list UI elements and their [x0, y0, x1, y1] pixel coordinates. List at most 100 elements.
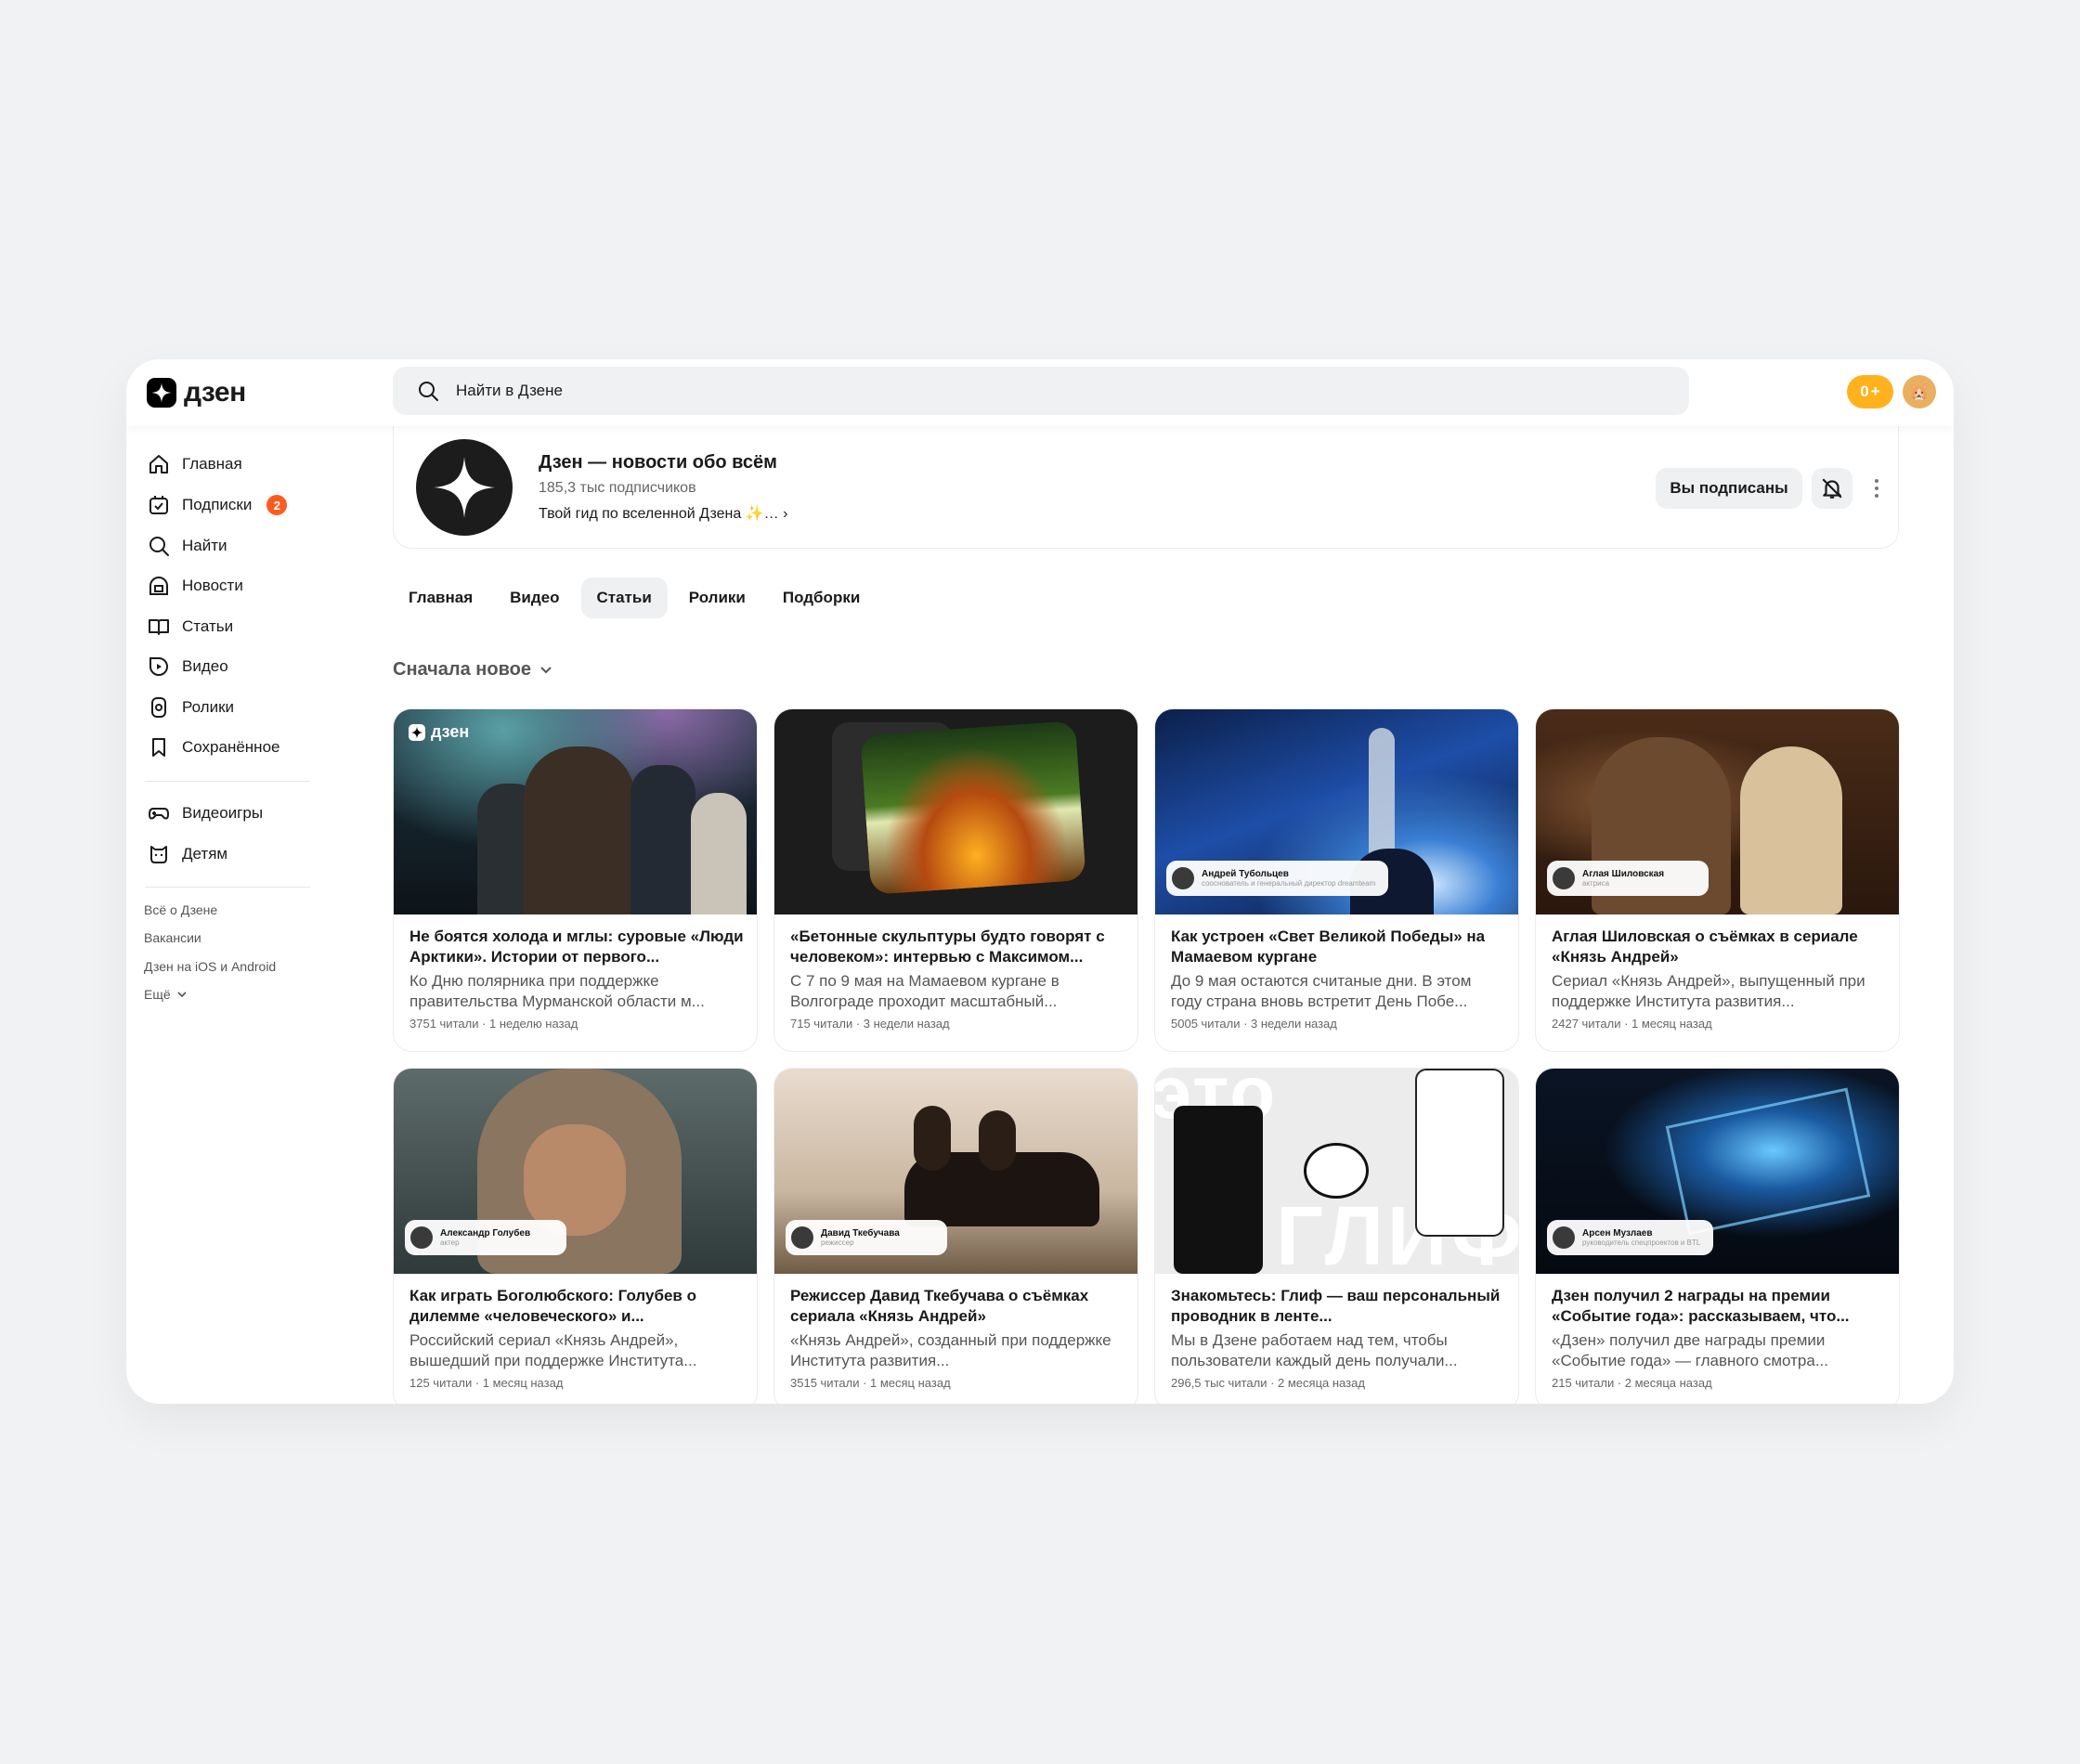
article-card[interactable]: «Бетонные скульптуры будто говорят с чел… — [774, 708, 1138, 1052]
author-chip: Аглая Шиловская актриса — [1547, 861, 1709, 896]
author-avatar — [1553, 867, 1575, 889]
article-snippet: Мы в Дзене работаем над тем, чтобы польз… — [1171, 1331, 1458, 1369]
sidebar-item-shorts[interactable]: Ролики — [147, 694, 234, 721]
sidebar-item-subscriptions[interactable]: Подписки 2 — [147, 491, 288, 519]
article-title: Дзен получил 2 награды на премии «Событи… — [1552, 1287, 1850, 1325]
coins-button[interactable]: 0 + — [1847, 375, 1893, 409]
article-snippet: Сериал «Князь Андрей», выпущенный при по… — [1552, 972, 1866, 1010]
article-snippet: С 7 по 9 мая на Мамаевом кургане в Волго… — [790, 972, 1060, 1010]
article-card[interactable]: Александр Голубев актер Как играть Богол… — [393, 1068, 758, 1404]
footer-link-about[interactable]: Всё о Дзене — [144, 902, 217, 917]
article-snippet: «Князь Андрей», созданный при поддержке … — [790, 1331, 1112, 1369]
coins-count: 0 — [1860, 383, 1869, 400]
tab-video[interactable]: Видео — [494, 577, 575, 618]
sidebar-item-label: Статьи — [182, 617, 234, 635]
channel-header: Дзен — новости обо всём 185,3 тыс подпис… — [393, 426, 1899, 549]
footer-link-jobs[interactable]: Вакансии — [144, 930, 202, 945]
article-snippet: Российский сериал «Князь Андрей», вышедш… — [410, 1331, 697, 1369]
user-avatar[interactable]: 🐹 — [1903, 375, 1936, 409]
author-name: Давид Ткебучава — [821, 1227, 900, 1239]
sidebar-item-find[interactable]: Найти — [147, 532, 228, 560]
sidebar: Главная Подписки 2 Найти Новости Статьи … — [126, 426, 331, 1404]
top-bar: дзен Найти в Дзене 0 + 🐹 — [126, 359, 1954, 426]
kids-icon — [147, 842, 171, 866]
tab-main[interactable]: Главная — [393, 577, 488, 618]
footer-link-more[interactable]: Ещё — [144, 987, 188, 1002]
author-role: режиссер — [821, 1238, 854, 1247]
search-placeholder: Найти в Дзене — [456, 382, 563, 399]
sidebar-divider — [145, 887, 310, 888]
author-avatar — [791, 1226, 813, 1249]
glyph-mascot-icon — [1304, 1143, 1369, 1199]
sidebar-item-games[interactable]: Видеоигры — [147, 799, 263, 827]
article-meta: 3515 читали · 1 месяц назад — [790, 1376, 951, 1390]
article-title: «Бетонные скульптуры будто говорят с чел… — [790, 927, 1105, 966]
author-name: Александр Голубев — [440, 1227, 531, 1239]
logo-text: дзен — [184, 377, 246, 408]
tab-articles[interactable]: Статьи — [580, 577, 668, 618]
author-role: актриса — [1582, 878, 1610, 888]
footer-link-apps[interactable]: Дзен на iOS и Android — [144, 959, 276, 974]
notifications-toggle[interactable] — [1812, 468, 1852, 509]
article-thumbnail: дзен — [394, 709, 757, 914]
chevron-down-icon — [177, 992, 187, 998]
sidebar-item-news[interactable]: Новости — [147, 572, 243, 600]
more-options-icon[interactable] — [1866, 468, 1888, 509]
sidebar-item-label: Ролики — [182, 698, 235, 716]
article-thumbnail: Давид Ткебучава режиссер — [774, 1069, 1138, 1274]
sidebar-item-label: Главная — [182, 455, 242, 473]
article-card[interactable]: дзен Не боятся холода и мглы: суровые «Л… — [393, 708, 758, 1052]
article-card[interactable]: Аглая Шиловская актриса Аглая Шиловская … — [1535, 708, 1900, 1052]
sidebar-item-label: Видеоигры — [182, 804, 264, 822]
news-icon — [147, 574, 171, 598]
author-chip: Андрей Тубольцев сооснователь и генераль… — [1166, 861, 1389, 896]
subscribed-button[interactable]: Вы подписаны — [1656, 468, 1802, 509]
sidebar-item-video[interactable]: Видео — [147, 653, 228, 681]
article-title: Знакомьтесь: Глиф — ваш персональный про… — [1171, 1287, 1501, 1325]
sort-dropdown[interactable]: Сначала новое — [393, 659, 553, 681]
channel-description[interactable]: Твой гид по вселенной Дзена ✨… › — [539, 504, 787, 523]
articles-icon — [147, 615, 171, 639]
article-thumbnail: Андрей Тубольцев сооснователь и генераль… — [1155, 709, 1518, 914]
channel-tabs: Главная Видео Статьи Ролики Подборки — [393, 577, 876, 618]
chevron-down-icon — [540, 666, 552, 673]
subscriptions-icon — [147, 493, 171, 517]
search-input[interactable]: Найти в Дзене — [393, 367, 1689, 415]
tab-shorts[interactable]: Ролики — [673, 577, 761, 618]
article-card[interactable]: Арсен Музлаев руководитель спецпроектов … — [1535, 1068, 1900, 1404]
chevron-right-icon: › — [783, 506, 788, 522]
app-window: дзен Найти в Дзене 0 + 🐹 Главная Подписк… — [126, 359, 1954, 1404]
sidebar-item-label: Детям — [182, 845, 228, 863]
shorts-icon — [147, 695, 171, 720]
author-chip: Арсен Музлаев руководитель спецпроектов … — [1547, 1220, 1714, 1255]
search-icon — [419, 382, 438, 401]
article-thumbnail: Аглая Шиловская актриса — [1536, 709, 1899, 914]
plus-icon: + — [1870, 383, 1880, 400]
sidebar-item-home[interactable]: Главная — [147, 450, 242, 478]
notification-badge: 2 — [266, 495, 288, 515]
article-card[interactable]: Андрей Тубольцев сооснователь и генераль… — [1154, 708, 1519, 1052]
article-title: Как играть Боголюбского: Голубев о дилем… — [410, 1287, 696, 1325]
subscriber-count: 185,3 тыс подписчиков — [539, 480, 696, 496]
article-meta: 125 читали · 1 месяц назад — [410, 1376, 564, 1390]
dzen-logo[interactable]: дзен — [147, 376, 246, 409]
article-thumbnail: Арсен Музлаев руководитель спецпроектов … — [1536, 1069, 1899, 1274]
dzen-logo-icon — [147, 378, 176, 408]
video-icon — [147, 655, 171, 679]
article-meta: 3751 читали · 1 неделю назад — [410, 1017, 578, 1031]
author-role: сооснователь и генеральный директор drea… — [1202, 878, 1376, 888]
channel-avatar[interactable] — [416, 439, 513, 536]
article-card[interactable]: это глиф Знакомьтесь: Глиф — ваш персона… — [1154, 1068, 1519, 1404]
sidebar-item-label: Сохранённое — [182, 738, 280, 756]
sidebar-item-kids[interactable]: Детям — [147, 840, 228, 868]
article-card[interactable]: Давид Ткебучава режиссер Режиссер Давид … — [774, 1068, 1138, 1404]
tab-collections[interactable]: Подборки — [767, 577, 876, 618]
channel-title: Дзен — новости обо всём — [539, 452, 777, 473]
search-icon — [147, 534, 171, 558]
sidebar-item-label: Видео — [182, 657, 228, 675]
sidebar-item-saved[interactable]: Сохранённое — [147, 733, 280, 761]
author-name: Арсен Музлаев — [1582, 1227, 1653, 1239]
article-title: Аглая Шиловская о съёмках в сериале «Кня… — [1552, 927, 1858, 966]
sidebar-item-articles[interactable]: Статьи — [147, 613, 233, 641]
article-snippet: «Дзен» получил две награды премии «Событ… — [1552, 1331, 1828, 1369]
